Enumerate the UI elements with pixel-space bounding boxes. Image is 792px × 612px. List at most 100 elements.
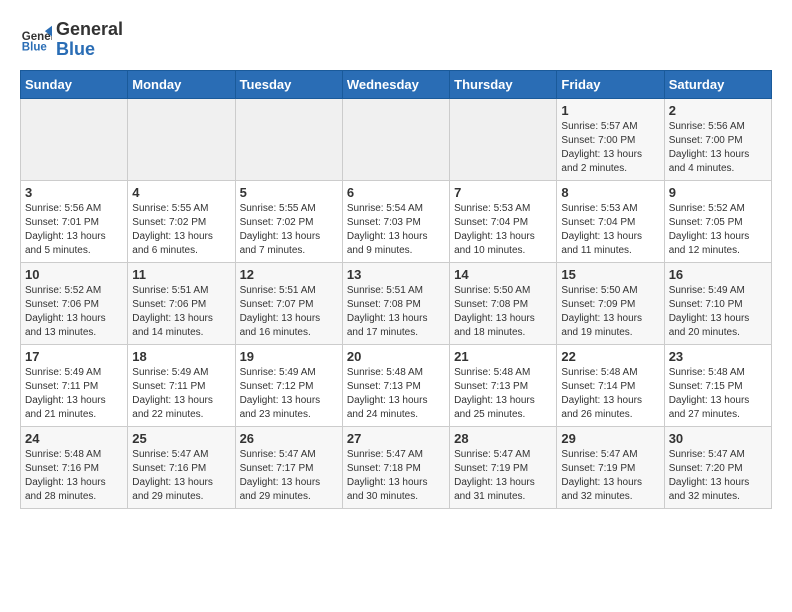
day-info: Sunrise: 5:49 AMSunset: 7:12 PMDaylight:… [240,366,338,422]
day-info: Sunrise: 5:54 AMSunset: 7:03 PMDaylight:… [347,202,445,258]
day-number: 26 [240,431,338,446]
day-info: Sunrise: 5:56 AMSunset: 7:00 PMDaylight:… [669,120,767,176]
day-info: Sunrise: 5:52 AMSunset: 7:05 PMDaylight:… [669,202,767,258]
calendar-cell: 25 Sunrise: 5:47 AMSunset: 7:16 PMDayligh… [128,426,235,508]
calendar-cell: 23 Sunrise: 5:48 AMSunset: 7:15 PMDayligh… [664,344,771,426]
day-number: 6 [347,185,445,200]
day-number: 17 [25,349,123,364]
day-info: Sunrise: 5:57 AMSunset: 7:00 PMDaylight:… [561,120,659,176]
calendar-cell [128,98,235,180]
week-row-5: 24Sunrise: 5:48 AMSunset: 7:16 PMDayligh… [21,426,772,508]
calendar-cell: 2 Sunrise: 5:56 AMSunset: 7:00 PMDaylight… [664,98,771,180]
day-info: Sunrise: 5:49 AMSunset: 7:10 PMDaylight:… [669,284,767,340]
calendar-cell: 19 Sunrise: 5:49 AMSunset: 7:12 PMDayligh… [235,344,342,426]
day-info: Sunrise: 5:56 AMSunset: 7:01 PMDaylight:… [25,202,123,258]
day-number: 8 [561,185,659,200]
calendar-cell: 18 Sunrise: 5:49 AMSunset: 7:11 PMDayligh… [128,344,235,426]
day-info: Sunrise: 5:51 AMSunset: 7:06 PMDaylight:… [132,284,230,340]
day-number: 2 [669,103,767,118]
calendar-cell: 14 Sunrise: 5:50 AMSunset: 7:08 PMDayligh… [450,262,557,344]
calendar-cell: 28Sunrise: 5:47 AMSunset: 7:19 PMDayligh… [450,426,557,508]
calendar-cell: 11 Sunrise: 5:51 AMSunset: 7:06 PMDayligh… [128,262,235,344]
calendar-cell: 6 Sunrise: 5:54 AMSunset: 7:03 PMDaylight… [342,180,449,262]
calendar-table: SundayMondayTuesdayWednesdayThursdayFrid… [20,70,772,509]
day-info: Sunrise: 5:47 AMSunset: 7:19 PMDaylight:… [561,448,659,504]
logo: General Blue General Blue [20,20,123,60]
calendar-cell: 10 Sunrise: 5:52 AMSunset: 7:06 PMDayligh… [21,262,128,344]
calendar-cell [450,98,557,180]
day-number: 16 [669,267,767,282]
day-info: Sunrise: 5:51 AMSunset: 7:07 PMDaylight:… [240,284,338,340]
day-info: Sunrise: 5:53 AMSunset: 7:04 PMDaylight:… [561,202,659,258]
calendar-cell: 15 Sunrise: 5:50 AMSunset: 7:09 PMDayligh… [557,262,664,344]
day-number: 21 [454,349,552,364]
day-info: Sunrise: 5:47 AMSunset: 7:17 PMDaylight:… [240,448,338,504]
day-number: 14 [454,267,552,282]
week-row-2: 3 Sunrise: 5:56 AMSunset: 7:01 PMDaylight… [21,180,772,262]
logo-blue: Blue [56,39,95,59]
weekday-header-saturday: Saturday [664,70,771,98]
calendar-cell [235,98,342,180]
day-number: 29 [561,431,659,446]
calendar-cell: 21 Sunrise: 5:48 AMSunset: 7:13 PMDayligh… [450,344,557,426]
day-number: 11 [132,267,230,282]
day-number: 27 [347,431,445,446]
day-number: 13 [347,267,445,282]
calendar-cell: 24Sunrise: 5:48 AMSunset: 7:16 PMDayligh… [21,426,128,508]
week-row-3: 10 Sunrise: 5:52 AMSunset: 7:06 PMDayligh… [21,262,772,344]
day-number: 9 [669,185,767,200]
day-info: Sunrise: 5:53 AMSunset: 7:04 PMDaylight:… [454,202,552,258]
calendar-cell: 1 Sunrise: 5:57 AMSunset: 7:00 PMDaylight… [557,98,664,180]
weekday-header-friday: Friday [557,70,664,98]
day-info: Sunrise: 5:50 AMSunset: 7:09 PMDaylight:… [561,284,659,340]
day-info: Sunrise: 5:48 AMSunset: 7:14 PMDaylight:… [561,366,659,422]
day-number: 23 [669,349,767,364]
week-row-1: 1 Sunrise: 5:57 AMSunset: 7:00 PMDaylight… [21,98,772,180]
day-number: 12 [240,267,338,282]
calendar-cell: 22 Sunrise: 5:48 AMSunset: 7:14 PMDayligh… [557,344,664,426]
day-info: Sunrise: 5:49 AMSunset: 7:11 PMDaylight:… [25,366,123,422]
day-info: Sunrise: 5:48 AMSunset: 7:13 PMDaylight:… [454,366,552,422]
calendar-cell: 20 Sunrise: 5:48 AMSunset: 7:13 PMDayligh… [342,344,449,426]
day-number: 28 [454,431,552,446]
logo-text: General Blue [56,20,123,60]
page-header: General Blue General Blue [20,20,772,60]
calendar-cell: 30Sunrise: 5:47 AMSunset: 7:20 PMDayligh… [664,426,771,508]
day-number: 25 [132,431,230,446]
day-info: Sunrise: 5:52 AMSunset: 7:06 PMDaylight:… [25,284,123,340]
calendar-cell: 7 Sunrise: 5:53 AMSunset: 7:04 PMDaylight… [450,180,557,262]
calendar-cell: 29 Sunrise: 5:47 AMSunset: 7:19 PMDayligh… [557,426,664,508]
day-number: 18 [132,349,230,364]
day-info: Sunrise: 5:50 AMSunset: 7:08 PMDaylight:… [454,284,552,340]
day-number: 3 [25,185,123,200]
calendar-header-row: SundayMondayTuesdayWednesdayThursdayFrid… [21,70,772,98]
day-number: 15 [561,267,659,282]
day-info: Sunrise: 5:47 AMSunset: 7:18 PMDaylight:… [347,448,445,504]
day-info: Sunrise: 5:47 AMSunset: 7:20 PMDaylight:… [669,448,767,504]
day-number: 24 [25,431,123,446]
day-info: Sunrise: 5:48 AMSunset: 7:15 PMDaylight:… [669,366,767,422]
day-number: 10 [25,267,123,282]
day-number: 5 [240,185,338,200]
week-row-4: 17 Sunrise: 5:49 AMSunset: 7:11 PMDayligh… [21,344,772,426]
calendar-cell: 17 Sunrise: 5:49 AMSunset: 7:11 PMDayligh… [21,344,128,426]
weekday-header-thursday: Thursday [450,70,557,98]
calendar-cell: 3 Sunrise: 5:56 AMSunset: 7:01 PMDaylight… [21,180,128,262]
day-number: 1 [561,103,659,118]
calendar-cell: 12 Sunrise: 5:51 AMSunset: 7:07 PMDayligh… [235,262,342,344]
weekday-header-monday: Monday [128,70,235,98]
day-info: Sunrise: 5:48 AMSunset: 7:13 PMDaylight:… [347,366,445,422]
calendar-cell: 26 Sunrise: 5:47 AMSunset: 7:17 PMDayligh… [235,426,342,508]
calendar-cell: 8 Sunrise: 5:53 AMSunset: 7:04 PMDaylight… [557,180,664,262]
day-number: 7 [454,185,552,200]
calendar-cell: 9 Sunrise: 5:52 AMSunset: 7:05 PMDaylight… [664,180,771,262]
weekday-header-sunday: Sunday [21,70,128,98]
day-info: Sunrise: 5:55 AMSunset: 7:02 PMDaylight:… [240,202,338,258]
day-number: 22 [561,349,659,364]
day-number: 19 [240,349,338,364]
day-info: Sunrise: 5:47 AMSunset: 7:16 PMDaylight:… [132,448,230,504]
weekday-header-tuesday: Tuesday [235,70,342,98]
calendar-cell: 27 Sunrise: 5:47 AMSunset: 7:18 PMDayligh… [342,426,449,508]
day-info: Sunrise: 5:49 AMSunset: 7:11 PMDaylight:… [132,366,230,422]
day-number: 20 [347,349,445,364]
